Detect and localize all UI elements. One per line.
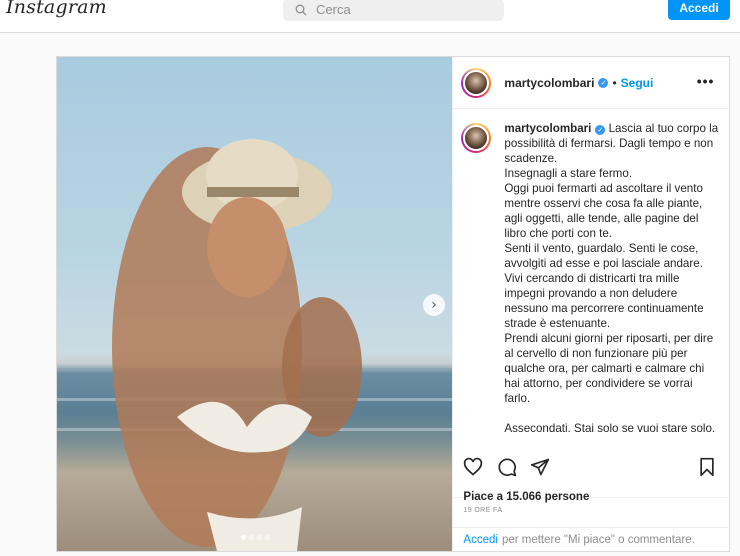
caption-text: Lascia al tuo corpo la possibilità di fe… bbox=[504, 122, 719, 435]
caption-username[interactable]: martycolombari bbox=[504, 122, 591, 135]
more-options-icon[interactable]: ••• bbox=[697, 73, 715, 89]
search-input[interactable] bbox=[316, 2, 496, 17]
comment-icon[interactable] bbox=[497, 457, 517, 477]
post-image[interactable]: › bbox=[57, 57, 453, 551]
login-button[interactable]: Accedi bbox=[668, 0, 730, 20]
chevron-right-icon[interactable]: › bbox=[423, 294, 445, 316]
post-header: martycolombari ✓ • Segui ••• bbox=[453, 57, 731, 109]
comment-bar: Accedi per mettere "Mi piace" o commenta… bbox=[453, 527, 731, 551]
post-timestamp[interactable]: 19 ORE FA bbox=[463, 507, 502, 514]
top-navigation-bar: Instagram Accedi bbox=[0, 0, 740, 33]
follow-button[interactable]: Segui bbox=[621, 76, 654, 90]
verified-badge-icon: ✓ bbox=[598, 77, 609, 88]
carousel-dot bbox=[249, 535, 254, 540]
share-icon[interactable] bbox=[530, 457, 550, 477]
carousel-indicator bbox=[241, 535, 270, 540]
post-sidebar: martycolombari ✓ • Segui ••• martycolomb… bbox=[452, 57, 731, 551]
search-box[interactable] bbox=[283, 0, 504, 21]
carousel-dot bbox=[257, 535, 262, 540]
caption-area: martycolombari ✓ Lascia al tuo corpo la p… bbox=[453, 113, 730, 497]
avatar[interactable] bbox=[461, 67, 492, 98]
search-icon bbox=[295, 4, 307, 15]
likes-count[interactable]: Piace a 15.066 persone bbox=[463, 491, 589, 503]
separator: • bbox=[612, 75, 617, 90]
post-card: › martycolombari ✓ • Segui ••• martycolo… bbox=[56, 56, 731, 552]
avatar[interactable] bbox=[461, 123, 492, 153]
login-link[interactable]: Accedi bbox=[463, 534, 498, 546]
comment-prompt: per mettere "Mi piace" o commentare. bbox=[501, 533, 695, 546]
verified-badge-icon: ✓ bbox=[595, 125, 606, 135]
photo-subject bbox=[112, 139, 362, 551]
instagram-logo[interactable]: Instagram bbox=[6, 0, 107, 18]
carousel-dot bbox=[265, 535, 270, 540]
username-link[interactable]: martycolombari bbox=[504, 76, 594, 90]
heart-icon[interactable] bbox=[463, 457, 483, 477]
caption: martycolombari ✓ Lascia al tuo corpo la p… bbox=[504, 121, 719, 497]
carousel-dot bbox=[241, 535, 246, 540]
bookmark-icon[interactable] bbox=[698, 457, 716, 477]
action-icons bbox=[463, 457, 718, 479]
